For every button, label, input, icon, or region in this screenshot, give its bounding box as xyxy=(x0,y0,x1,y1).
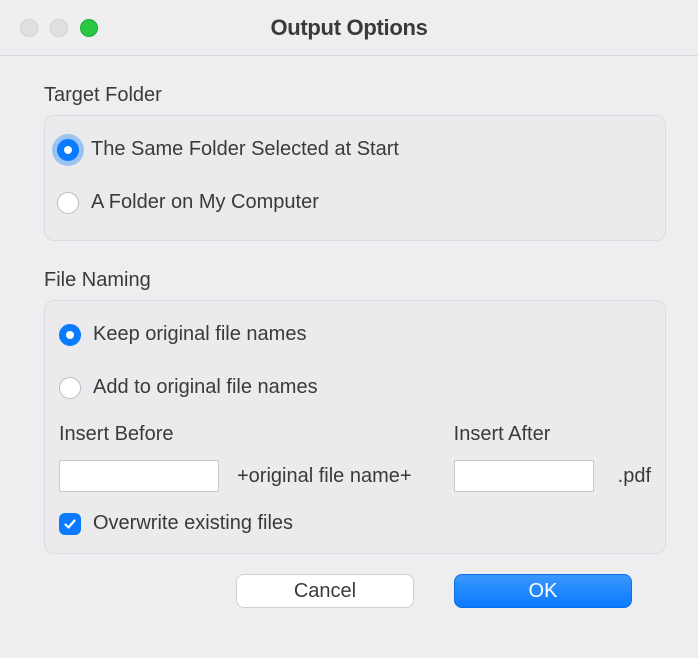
radio-same-folder[interactable] xyxy=(57,139,79,161)
insert-before-input[interactable] xyxy=(59,460,219,492)
window-controls xyxy=(20,19,98,37)
cancel-button[interactable]: Cancel xyxy=(236,574,414,608)
overwrite-checkbox[interactable] xyxy=(59,513,81,535)
minimize-window-button[interactable] xyxy=(50,19,68,37)
ok-button[interactable]: OK xyxy=(454,574,632,608)
button-row: Cancel OK xyxy=(44,554,666,608)
radio-my-computer-label: A Folder on My Computer xyxy=(91,191,319,214)
insert-after-label: Insert After xyxy=(454,423,651,446)
radio-my-computer[interactable] xyxy=(57,192,79,214)
radio-keep-original-row[interactable]: Keep original file names xyxy=(59,315,651,354)
close-window-button[interactable] xyxy=(20,19,38,37)
target-folder-panel: The Same Folder Selected at Start A Fold… xyxy=(44,115,666,241)
titlebar: Output Options xyxy=(0,0,698,56)
radio-keep-original[interactable] xyxy=(59,324,81,346)
radio-add-original-label: Add to original file names xyxy=(93,376,318,399)
original-filename-text: +original file name+ xyxy=(237,465,436,488)
radio-my-computer-row[interactable]: A Folder on My Computer xyxy=(57,183,653,222)
overwrite-label: Overwrite existing files xyxy=(93,512,293,535)
radio-keep-original-label: Keep original file names xyxy=(93,323,306,346)
maximize-window-button[interactable] xyxy=(80,19,98,37)
file-naming-panel: Keep original file names Add to original… xyxy=(44,300,666,554)
window-title: Output Options xyxy=(0,15,698,41)
radio-same-folder-row[interactable]: The Same Folder Selected at Start xyxy=(57,130,653,169)
target-folder-label: Target Folder xyxy=(44,84,666,107)
checkmark-icon xyxy=(63,517,77,531)
radio-same-folder-label: The Same Folder Selected at Start xyxy=(91,138,399,161)
file-extension-label: .pdf xyxy=(612,465,651,488)
insert-grid: Insert Before Insert After +original fil… xyxy=(59,423,651,492)
insert-before-label: Insert Before xyxy=(59,423,219,446)
radio-add-original-row[interactable]: Add to original file names xyxy=(59,368,651,407)
dialog-content: Target Folder The Same Folder Selected a… xyxy=(0,56,698,628)
overwrite-row[interactable]: Overwrite existing files xyxy=(59,512,651,535)
file-naming-label: File Naming xyxy=(44,269,666,292)
insert-after-input[interactable] xyxy=(454,460,594,492)
radio-add-original[interactable] xyxy=(59,377,81,399)
